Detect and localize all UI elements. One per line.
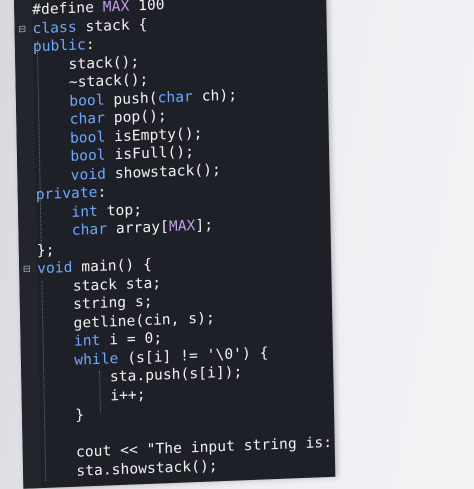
code-token: :	[97, 184, 107, 201]
code-token: stack sta;	[72, 274, 162, 295]
code-token: ~stack();	[68, 71, 149, 91]
code-keyword: void	[70, 166, 107, 184]
code-keyword: private	[35, 184, 98, 204]
code-keyword: bool	[69, 92, 105, 110]
code-token: sta.showstack();	[76, 457, 218, 480]
code-keyword: int	[71, 203, 99, 221]
code-keyword: char	[157, 88, 194, 107]
code-token: i++;	[110, 386, 146, 404]
code-token: };	[36, 241, 55, 259]
code-token: isFull();	[105, 144, 195, 164]
code-token: main() {	[72, 256, 153, 276]
code-editor[interactable]: ⊟ ⊟ #define MAX 100 class stack {public: …	[14, 0, 336, 489]
code-token: top;	[97, 201, 143, 220]
code-token: ];	[195, 217, 214, 235]
code-keyword: class	[32, 19, 77, 37]
code-macro: MAX	[168, 218, 196, 236]
code-token: array[	[106, 219, 170, 238]
code-keyword: bool	[70, 147, 106, 165]
code-token: pop();	[104, 108, 167, 127]
code-token: stack {	[76, 16, 148, 36]
code-token: :	[85, 36, 95, 54]
code-token: push(	[104, 90, 158, 109]
code-keyword: bool	[69, 129, 106, 147]
code-token: isEmpty();	[105, 125, 203, 146]
code-token: }	[75, 407, 85, 424]
code-keyword: int	[73, 332, 101, 350]
code-keyword: void	[37, 259, 73, 278]
code-keyword: public	[32, 37, 87, 56]
code-token: stack();	[68, 53, 140, 73]
code-text[interactable]: #define MAX 100 class stack {public: stac…	[32, 0, 335, 482]
code-token: ch);	[192, 86, 238, 105]
code-token: string s;	[73, 293, 153, 313]
code-keyword: while	[74, 350, 119, 369]
code-token: 100	[129, 0, 165, 15]
code-token: i = 0;	[100, 330, 163, 349]
fold-class-icon[interactable]: ⊟	[18, 22, 26, 36]
code-macro: MAX	[102, 0, 130, 16]
code-keyword: char	[69, 110, 106, 128]
fold-main-icon[interactable]: ⊟	[23, 261, 31, 275]
code-token: #define	[32, 0, 103, 19]
code-keyword: char	[71, 221, 108, 239]
